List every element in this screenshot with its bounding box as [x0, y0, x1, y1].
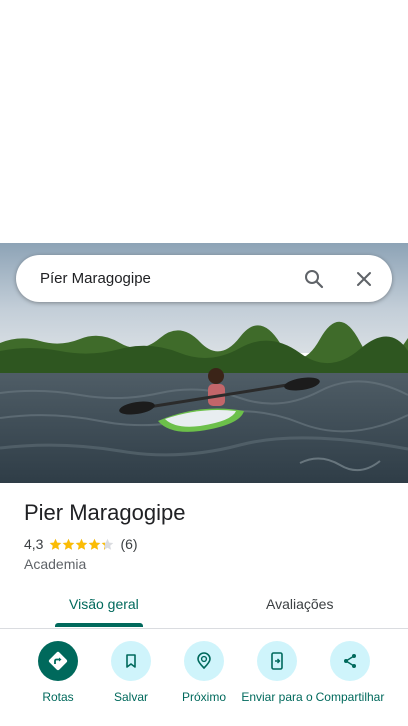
- rating-value: 4,3: [24, 536, 44, 552]
- save-button[interactable]: Salvar: [91, 641, 171, 705]
- search-input[interactable]: Píer Maragogipe: [40, 270, 302, 287]
- star-icon: [89, 538, 101, 550]
- directions-button[interactable]: Rotas: [18, 641, 98, 705]
- nearby-button[interactable]: Próximo: [164, 641, 244, 705]
- star-icon: [63, 538, 75, 550]
- search-bar[interactable]: Píer Maragogipe: [16, 255, 392, 302]
- action-bar: Rotas Salvar Próximo Enviar para o Compa…: [0, 641, 408, 726]
- send-to-phone-button[interactable]: Enviar para o: [237, 641, 317, 705]
- rating-stars: [49, 538, 114, 551]
- send-to-phone-label: Enviar para o: [241, 690, 313, 704]
- close-icon[interactable]: [352, 267, 376, 291]
- nearby-icon: [184, 641, 224, 681]
- share-icon: [330, 641, 370, 681]
- search-icon[interactable]: [302, 267, 326, 291]
- tab-active-indicator: [55, 623, 143, 627]
- review-count[interactable]: (6): [120, 536, 137, 552]
- rating-row[interactable]: 4,3 (6): [24, 536, 138, 552]
- star-icon: [102, 538, 114, 550]
- nearby-label: Próximo: [181, 690, 226, 704]
- directions-icon: [38, 641, 78, 681]
- share-label: Compartilhar: [315, 690, 385, 704]
- place-title: Pier Maragogipe: [24, 500, 186, 525]
- star-icon: [76, 538, 88, 550]
- share-button[interactable]: Compartilhar: [310, 641, 390, 705]
- place-category[interactable]: Academia: [24, 556, 86, 572]
- tab-bar: Visão geral Avaliações: [0, 586, 408, 629]
- directions-label: Rotas: [42, 690, 74, 704]
- star-icon: [50, 538, 62, 550]
- save-label: Salvar: [113, 690, 148, 704]
- send-to-phone-icon: [257, 641, 297, 681]
- tab-reviews[interactable]: Avaliações: [266, 596, 333, 612]
- tab-overview[interactable]: Visão geral: [69, 596, 139, 612]
- bookmark-icon: [111, 641, 151, 681]
